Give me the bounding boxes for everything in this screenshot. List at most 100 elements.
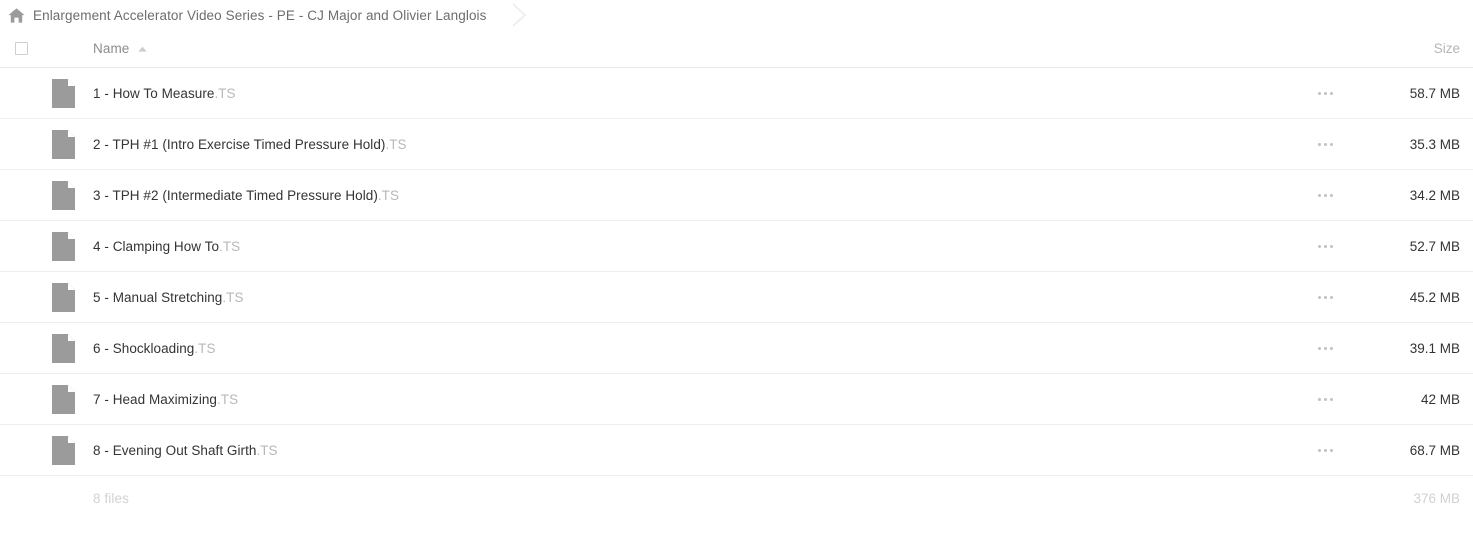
- file-document-icon: [51, 384, 75, 414]
- row-name-cell[interactable]: 8 - Evening Out Shaft Girth .TS: [84, 443, 1295, 458]
- ellipsis-dot: [1329, 91, 1333, 95]
- ellipsis-dot: [1317, 397, 1321, 401]
- file-document-icon: [51, 78, 75, 108]
- file-document-icon: [51, 282, 75, 312]
- breadcrumb-item-root[interactable]: Enlargement Accelerator Video Series - P…: [8, 0, 491, 30]
- row-menu-cell: [1295, 86, 1355, 101]
- row-menu-cell: [1295, 137, 1355, 152]
- table-row[interactable]: 6 - Shockloading .TS 39.1 MB: [0, 323, 1473, 374]
- row-name-cell[interactable]: 7 - Head Maximizing .TS: [84, 392, 1295, 407]
- ellipsis-icon[interactable]: [1314, 137, 1337, 152]
- file-name: 7 - Head Maximizing: [93, 391, 217, 407]
- ellipsis-dot: [1323, 295, 1327, 299]
- ellipsis-icon[interactable]: [1314, 188, 1337, 203]
- file-document-icon: [51, 231, 75, 261]
- file-name: 3 - TPH #2 (Intermediate Timed Pressure …: [93, 187, 378, 203]
- row-name-cell[interactable]: 3 - TPH #2 (Intermediate Timed Pressure …: [84, 188, 1295, 203]
- row-menu-cell: [1295, 341, 1355, 356]
- ellipsis-dot: [1323, 346, 1327, 350]
- file-size: 68.7 MB: [1409, 442, 1460, 458]
- row-menu-cell: [1295, 392, 1355, 407]
- file-extension: .TS: [219, 238, 241, 254]
- file-name: 8 - Evening Out Shaft Girth: [93, 442, 257, 458]
- ellipsis-dot: [1317, 91, 1321, 95]
- row-menu-cell: [1295, 443, 1355, 458]
- ellipsis-dot: [1317, 142, 1321, 146]
- row-name-cell[interactable]: 1 - How To Measure .TS: [84, 86, 1295, 101]
- file-document-icon: [51, 333, 75, 363]
- ellipsis-icon[interactable]: [1314, 392, 1337, 407]
- row-name-cell[interactable]: 5 - Manual Stretching .TS: [84, 290, 1295, 305]
- file-size: 52.7 MB: [1409, 238, 1460, 254]
- file-extension: .TS: [214, 85, 236, 101]
- file-browser-page: Enlargement Accelerator Video Series - P…: [0, 0, 1473, 535]
- breadcrumb: Enlargement Accelerator Video Series - P…: [0, 0, 1473, 30]
- select-all-cell: [0, 42, 42, 55]
- ellipsis-dot: [1323, 193, 1327, 197]
- file-extension: .TS: [222, 289, 244, 305]
- ellipsis-icon[interactable]: [1314, 290, 1337, 305]
- ellipsis-dot: [1329, 244, 1333, 248]
- ellipsis-icon[interactable]: [1314, 86, 1337, 101]
- ellipsis-icon[interactable]: [1314, 239, 1337, 254]
- row-file-icon-cell: [42, 180, 84, 210]
- file-name: 4 - Clamping How To: [93, 238, 220, 254]
- row-name-cell[interactable]: 2 - TPH #1 (Intro Exercise Timed Pressur…: [84, 137, 1295, 152]
- footer-count-cell: 8 files: [84, 491, 1295, 506]
- ellipsis-dot: [1317, 193, 1321, 197]
- file-extension: .TS: [377, 187, 400, 203]
- file-size: 35.3 MB: [1409, 136, 1460, 152]
- ellipsis-dot: [1329, 448, 1333, 452]
- file-size: 34.2 MB: [1409, 187, 1460, 203]
- row-name-cell[interactable]: 4 - Clamping How To .TS: [84, 239, 1295, 254]
- ellipsis-dot: [1329, 346, 1333, 350]
- ellipsis-dot: [1323, 142, 1327, 146]
- select-all-checkbox[interactable]: [14, 42, 28, 55]
- ellipsis-dot: [1329, 397, 1333, 401]
- table-row[interactable]: 4 - Clamping How To .TS 52.7 MB: [0, 221, 1473, 272]
- row-file-icon-cell: [42, 333, 84, 363]
- ellipsis-dot: [1329, 142, 1333, 146]
- file-size: 58.7 MB: [1409, 85, 1460, 101]
- file-extension: .TS: [194, 340, 216, 356]
- file-name: 2 - TPH #1 (Intro Exercise Timed Pressur…: [93, 136, 386, 152]
- file-extension: .TS: [217, 391, 239, 407]
- breadcrumb-label: Enlargement Accelerator Video Series - P…: [33, 7, 487, 23]
- row-menu-cell: [1295, 290, 1355, 305]
- row-file-icon-cell: [42, 129, 84, 159]
- column-header-size[interactable]: Size: [1355, 41, 1463, 56]
- table-row[interactable]: 5 - Manual Stretching .TS 45.2 MB: [0, 272, 1473, 323]
- ellipsis-icon[interactable]: [1314, 443, 1337, 458]
- file-document-icon: [51, 435, 75, 465]
- home-icon: [8, 7, 25, 23]
- ellipsis-dot: [1323, 397, 1327, 401]
- file-table: Name Size 1 - How To Measure .TS 58.7 MB 2 …: [0, 30, 1473, 521]
- row-name-cell[interactable]: 6 - Shockloading .TS: [84, 341, 1295, 356]
- ellipsis-dot: [1317, 295, 1321, 299]
- ellipsis-dot: [1323, 448, 1327, 452]
- table-row[interactable]: 2 - TPH #1 (Intro Exercise Timed Pressur…: [0, 119, 1473, 170]
- table-row[interactable]: 8 - Evening Out Shaft Girth .TS 68.7 MB: [0, 425, 1473, 476]
- table-header-row: Name Size: [0, 30, 1473, 68]
- row-menu-cell: [1295, 188, 1355, 203]
- table-row[interactable]: 3 - TPH #2 (Intermediate Timed Pressure …: [0, 170, 1473, 221]
- file-extension: .TS: [385, 136, 407, 152]
- file-document-icon: [51, 129, 75, 159]
- ellipsis-dot: [1329, 193, 1333, 197]
- file-size: 39.1 MB: [1409, 340, 1460, 356]
- ellipsis-dot: [1317, 448, 1321, 452]
- column-header-name[interactable]: Name: [84, 41, 1295, 56]
- row-file-icon-cell: [42, 78, 84, 108]
- file-name: 5 - Manual Stretching: [93, 289, 223, 305]
- row-file-icon-cell: [42, 282, 84, 312]
- sort-ascending-icon: [138, 46, 148, 52]
- table-row[interactable]: 1 - How To Measure .TS 58.7 MB: [0, 68, 1473, 119]
- table-row[interactable]: 7 - Head Maximizing .TS 42 MB: [0, 374, 1473, 425]
- chevron-right-icon: [511, 3, 526, 27]
- ellipsis-icon[interactable]: [1314, 341, 1337, 356]
- file-name: 6 - Shockloading: [93, 340, 195, 356]
- row-menu-cell: [1295, 239, 1355, 254]
- ellipsis-dot: [1323, 91, 1327, 95]
- footer-total-size: 376 MB: [1413, 491, 1460, 506]
- file-name: 1 - How To Measure: [93, 85, 215, 101]
